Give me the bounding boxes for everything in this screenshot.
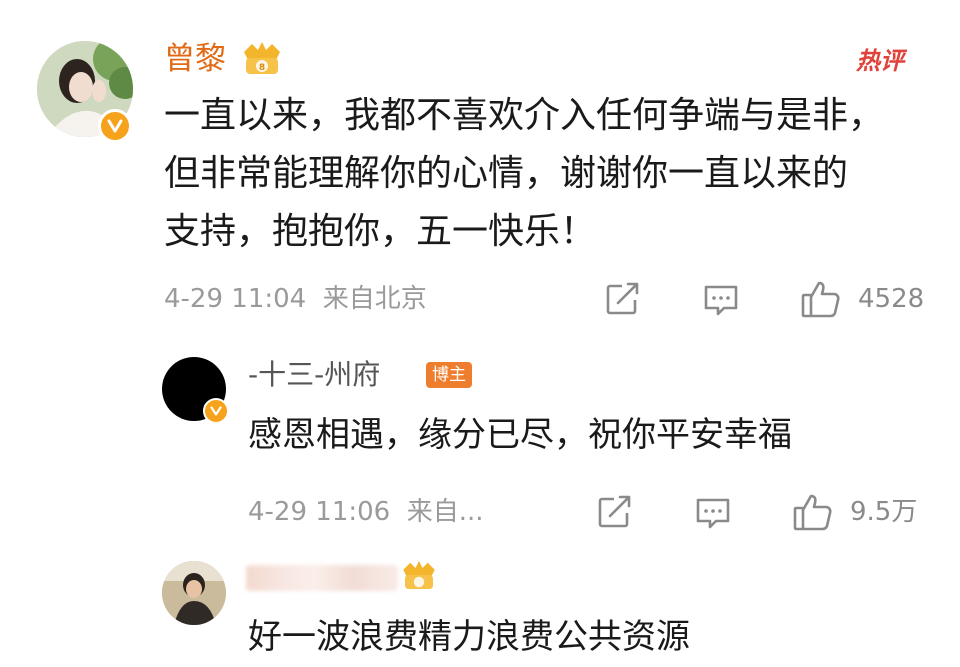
vip-crown-icon <box>398 557 440 593</box>
avatar-reply-2[interactable] <box>162 561 226 625</box>
username-reply-2-blurred[interactable] <box>246 565 398 591</box>
reply-1-text: 感恩相遇，缘分已尽，祝你平安幸福 <box>248 415 792 455</box>
comment-text-line-2: 但非常能理解你的心情，谢谢你一直以来的 <box>164 153 849 194</box>
share-icon[interactable] <box>596 494 632 530</box>
blogger-tag: 博主 <box>426 362 472 388</box>
username-reply-1[interactable]: -十三-州府 <box>248 357 380 393</box>
vip-crown-icon: 8 <box>238 38 286 78</box>
reply-1-like-count: 9.5万 <box>850 497 918 527</box>
hot-comment-badge: 热评 <box>856 47 904 75</box>
verified-v-icon <box>203 398 229 424</box>
comment-icon[interactable] <box>694 494 732 532</box>
comment-meta: 4-29 11:04 来自北京 <box>164 284 427 314</box>
share-icon[interactable] <box>604 281 640 317</box>
verified-v-icon <box>98 109 132 143</box>
reply-1-meta: 4-29 11:06 来自... <box>248 497 484 527</box>
username-main[interactable]: 曾黎 <box>164 40 226 78</box>
comment-text-line-3: 支持，抱抱你，五一快乐！ <box>164 211 597 252</box>
comment-icon[interactable] <box>702 281 740 319</box>
comment-text-line-1: 一直以来，我都不喜欢介入任何争端与是非， <box>164 95 885 136</box>
thumbs-up-icon[interactable] <box>792 491 834 533</box>
like-count: 4528 <box>858 284 925 314</box>
thumbs-up-icon[interactable] <box>800 278 842 320</box>
svg-text:8: 8 <box>259 63 265 73</box>
reply-2-text: 好一波浪费精力浪费公共资源 <box>248 617 690 657</box>
